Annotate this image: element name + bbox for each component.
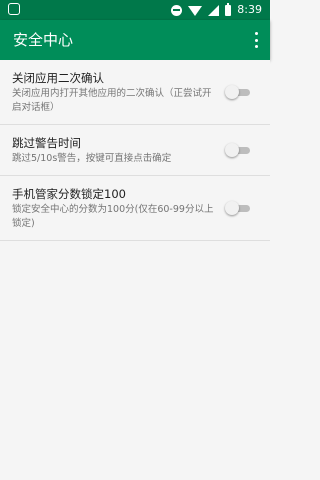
battery-icon [225,2,232,16]
wifi-icon [188,6,203,16]
setting-item-confirm[interactable]: 关闭应用二次确认 关闭应用内打开其他应用的二次确认（正尝试开启对话框） [0,60,270,125]
signal-icon [208,4,220,16]
clock: 8:39 [237,3,262,16]
app-bar: 安全中心 [0,20,270,60]
switch-thumb [225,143,239,157]
setting-title: 跳过警告时间 [12,136,81,150]
page-title: 安全中心 [13,31,74,49]
toggle-switch[interactable] [225,85,251,99]
setting-summary: 跳过5/10s警告，按键可直接点击确定 [12,153,172,164]
overflow-dot [254,38,258,42]
status-icons: 8:39 [171,2,262,18]
toggle-switch[interactable] [225,201,251,215]
status-bar: 8:39 [0,0,270,20]
more-vert-icon[interactable] [252,32,260,48]
overflow-dot [254,45,258,48]
switch-thumb [225,85,239,99]
setting-summary: 关闭应用内打开其他应用的二次确认（正尝试开启对话框） [12,88,212,113]
switch-thumb [225,201,239,215]
setting-summary: 锁定安全中心的分数为100分(仅在60-99分以上锁定) [12,204,214,229]
do-not-disturb-icon [171,4,183,16]
setting-title: 关闭应用二次确认 [12,71,104,85]
notification-icon [8,3,20,15]
toggle-switch[interactable] [225,143,251,157]
settings-list: 关闭应用二次确认 关闭应用内打开其他应用的二次确认（正尝试开启对话框） 跳过警告… [0,60,270,241]
setting-item-skip-warning[interactable]: 跳过警告时间 跳过5/10s警告，按键可直接点击确定 [0,125,270,176]
setting-item-score-lock[interactable]: 手机管家分数锁定100 锁定安全中心的分数为100分(仅在60-99分以上锁定) [0,176,270,241]
overflow-dot [254,32,258,35]
setting-title: 手机管家分数锁定100 [12,187,126,201]
